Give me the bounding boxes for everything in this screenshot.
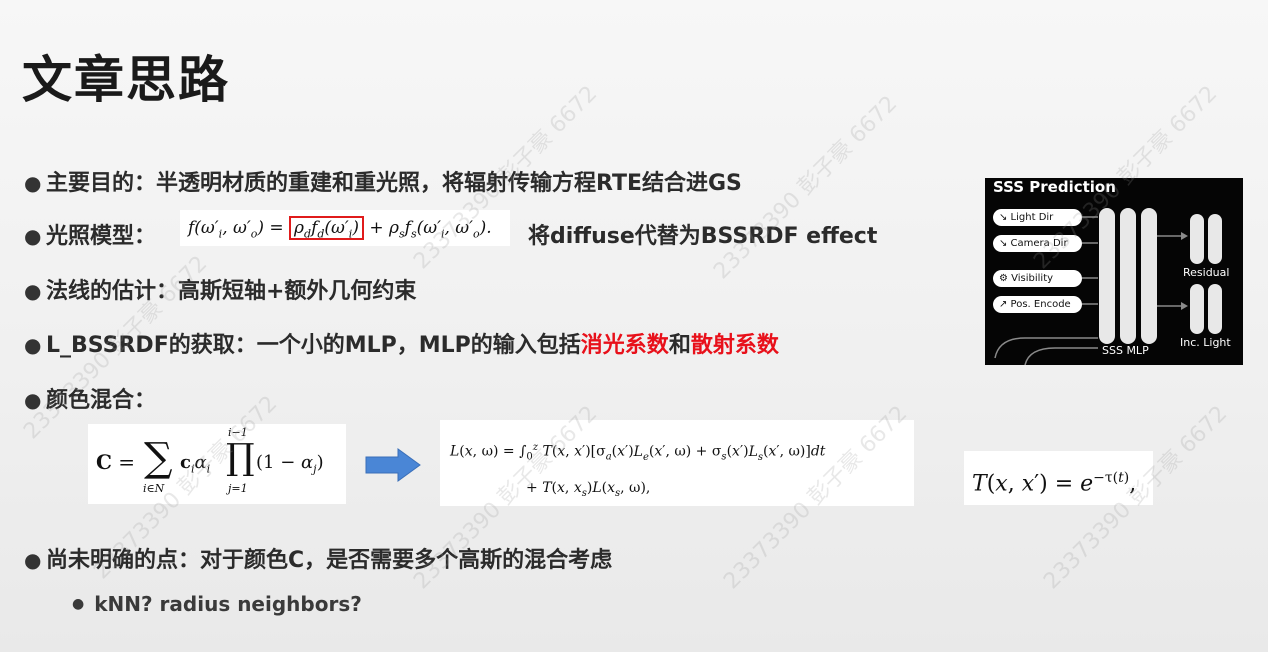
- input-pos-encode: ↗ Pos. Encode: [993, 296, 1082, 313]
- bullet-lighting-model: ● 光照模型：: [24, 224, 157, 249]
- mlp-layer: [1099, 208, 1115, 344]
- lighting-formula: f(ω′i, ω′o) = ρdfd(ω′i) + ρsfs(ω′i, ω′o)…: [180, 210, 510, 246]
- arrow-right-icon: [365, 448, 421, 482]
- bullet-color-blend: ● 颜色混合：: [24, 388, 157, 413]
- rte-formula: L(x, ω) = ∫0z T(x, x′)[σa(x′)Le(x′, ω) +…: [440, 420, 914, 506]
- page-title: 文章思路: [22, 51, 230, 109]
- input-camera-dir: ↘ Camera Dir: [993, 235, 1082, 252]
- bullet-text: 主要目的：半透明材质的重建和重光照，将辐射传输方程RTE结合进GS: [46, 171, 742, 196]
- bullet-lighting-text: 将diffuse代替为BSSRDF effect: [528, 224, 878, 249]
- bullet-text: 颜色混合：: [46, 388, 157, 413]
- bullet-main-goal: ● 主要目的：半透明材质的重建和重光照，将辐射传输方程RTE结合进GS: [24, 171, 742, 196]
- inc-light-label: Inc. Light: [1180, 336, 1231, 349]
- input-visibility: ⚙ Visibility: [993, 270, 1082, 287]
- alpha-blend-formula: C = ∑ i∈N ciαi ∏ i−1 j=1 (1 − αj): [88, 424, 346, 504]
- inc-light-layer: [1208, 284, 1222, 334]
- extinction-coefficient: 消光系数: [580, 333, 669, 358]
- transmittance-formula: T(x, x′) = e−τ(t),: [964, 451, 1153, 505]
- bullet-normal: ● 法线的估计：高斯短轴+额外几何约束: [24, 279, 417, 304]
- bullet-bssrdf: ● L_BSSRDF的获取：一个小的MLP，MLP的输入包括消光系数和散射系数: [24, 333, 779, 358]
- sss-prediction-diagram: SSS Prediction ↘ Light Dir ↘ Camera Dir …: [985, 178, 1243, 365]
- bullet-open-question: ● 尚未明确的点：对于颜色C，是否需要多个高斯的混合考虑: [24, 548, 613, 573]
- sss-mlp-label: SSS MLP: [1102, 344, 1149, 357]
- mlp-layer: [1120, 208, 1136, 344]
- residual-layer: [1190, 214, 1204, 264]
- scattering-coefficient: 散射系数: [690, 333, 779, 358]
- bullet-text: 尚未明确的点：对于颜色C，是否需要多个高斯的混合考虑: [46, 548, 613, 573]
- bullet-label: 光照模型：: [46, 224, 157, 249]
- mlp-layer: [1141, 208, 1157, 344]
- inc-light-layer: [1190, 284, 1204, 334]
- sub-bullet-knn: ● kNN? radius neighbors?: [72, 592, 362, 616]
- residual-label: Residual: [1183, 266, 1230, 279]
- input-light-dir: ↘ Light Dir: [993, 209, 1082, 226]
- bullet-text: 法线的估计：高斯短轴+额外几何约束: [46, 279, 417, 304]
- residual-layer: [1208, 214, 1222, 264]
